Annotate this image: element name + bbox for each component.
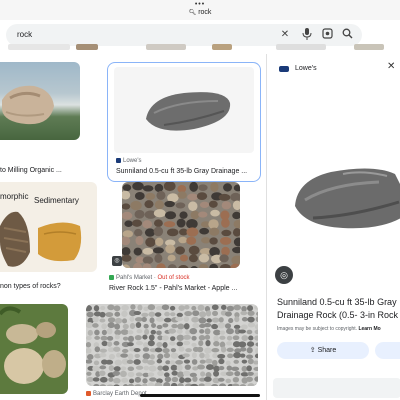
result-caption[interactable]: non types of rocks? bbox=[0, 282, 61, 291]
chip[interactable] bbox=[276, 44, 326, 50]
result-caption[interactable]: River Rock 1.5" - Pahl's Market - Apple … bbox=[109, 284, 237, 293]
result-caption[interactable]: to Milling Organic ... bbox=[0, 166, 62, 175]
share-button[interactable]: ⇪ Share bbox=[277, 342, 369, 359]
chip[interactable] bbox=[354, 44, 384, 50]
home-indicator bbox=[140, 394, 260, 397]
copyright-notice: Images may be subject to copyright. Lear… bbox=[277, 326, 381, 332]
lens-icon[interactable] bbox=[320, 28, 334, 42]
learn-more-link[interactable]: Learn Mo bbox=[358, 326, 380, 332]
result-card[interactable]: to Milling Organic ... bbox=[0, 62, 100, 182]
result-caption[interactable]: Sunniland 0.5-cu ft 35-lb Gray Drainage … bbox=[116, 167, 247, 176]
url-text: rock bbox=[198, 9, 212, 16]
lens-icon[interactable]: ◎ bbox=[275, 266, 293, 284]
result-image[interactable] bbox=[114, 67, 254, 153]
results-grid: to Milling Organic ... Lowe's Sunniland … bbox=[0, 54, 264, 400]
result-image[interactable] bbox=[0, 304, 68, 394]
panel-image[interactable] bbox=[283, 144, 400, 244]
chip[interactable] bbox=[8, 44, 70, 50]
result-card[interactable]: Barclay Earth Depot bbox=[80, 304, 264, 400]
panel-title[interactable]: Sunniland 0.5-cu ft 35-lb Gray Drainage … bbox=[277, 296, 400, 322]
lowes-logo-icon bbox=[279, 66, 289, 72]
search-query: rock bbox=[17, 30, 33, 39]
pahls-favicon-icon bbox=[109, 274, 114, 280]
related-preview-strip bbox=[273, 378, 400, 398]
panel-source[interactable]: Lowe's bbox=[295, 64, 317, 74]
chip[interactable] bbox=[146, 44, 186, 50]
overlay-label: Sedimentary bbox=[34, 196, 79, 205]
result-card[interactable]: ◎ Pahl's Market · Out of stock River Roc… bbox=[107, 182, 261, 302]
close-icon[interactable]: ✕ bbox=[278, 28, 292, 42]
result-source: Barclay Earth Depot bbox=[86, 390, 147, 398]
preview-panel: Lowe's ✕ ◎ Sunniland 0.5-cu ft 35-lb Gra… bbox=[266, 54, 400, 400]
menu-dots-icon[interactable]: ••• bbox=[0, 1, 400, 8]
overlay-label: morphic bbox=[0, 192, 29, 201]
mic-icon[interactable] bbox=[300, 28, 314, 42]
chip[interactable] bbox=[76, 44, 98, 50]
result-card-selected[interactable]: Lowe's Sunniland 0.5-cu ft 35-lb Gray Dr… bbox=[107, 62, 261, 182]
result-image[interactable] bbox=[122, 182, 240, 268]
lens-icon[interactable]: ◎ bbox=[112, 256, 122, 266]
secondary-action-button[interactable] bbox=[375, 342, 400, 359]
barclay-favicon-icon bbox=[86, 390, 91, 396]
result-card[interactable]: morphic Sedimentary non types of rocks? bbox=[0, 182, 100, 302]
result-source: Lowe's bbox=[116, 157, 142, 165]
share-icon: ⇪ bbox=[309, 347, 316, 354]
result-image[interactable]: morphic Sedimentary bbox=[0, 182, 97, 272]
stock-status: Out of stock bbox=[157, 275, 190, 281]
url-bar[interactable]: 🔍︎ rock bbox=[0, 8, 400, 18]
search-icon: 🔍︎ bbox=[188, 10, 197, 16]
result-image[interactable] bbox=[0, 62, 80, 140]
related-chips bbox=[0, 44, 400, 52]
search-icon[interactable] bbox=[340, 28, 354, 42]
close-icon[interactable]: ✕ bbox=[387, 61, 395, 73]
search-input[interactable]: rock ✕ bbox=[6, 24, 362, 46]
lowes-favicon-icon bbox=[116, 157, 121, 163]
browser-top-bar: ••• 🔍︎ rock bbox=[0, 0, 400, 20]
result-image[interactable] bbox=[86, 304, 258, 386]
result-source: Pahl's Market · Out of stock bbox=[109, 274, 190, 282]
chip[interactable] bbox=[212, 44, 232, 50]
result-card[interactable] bbox=[0, 304, 70, 400]
